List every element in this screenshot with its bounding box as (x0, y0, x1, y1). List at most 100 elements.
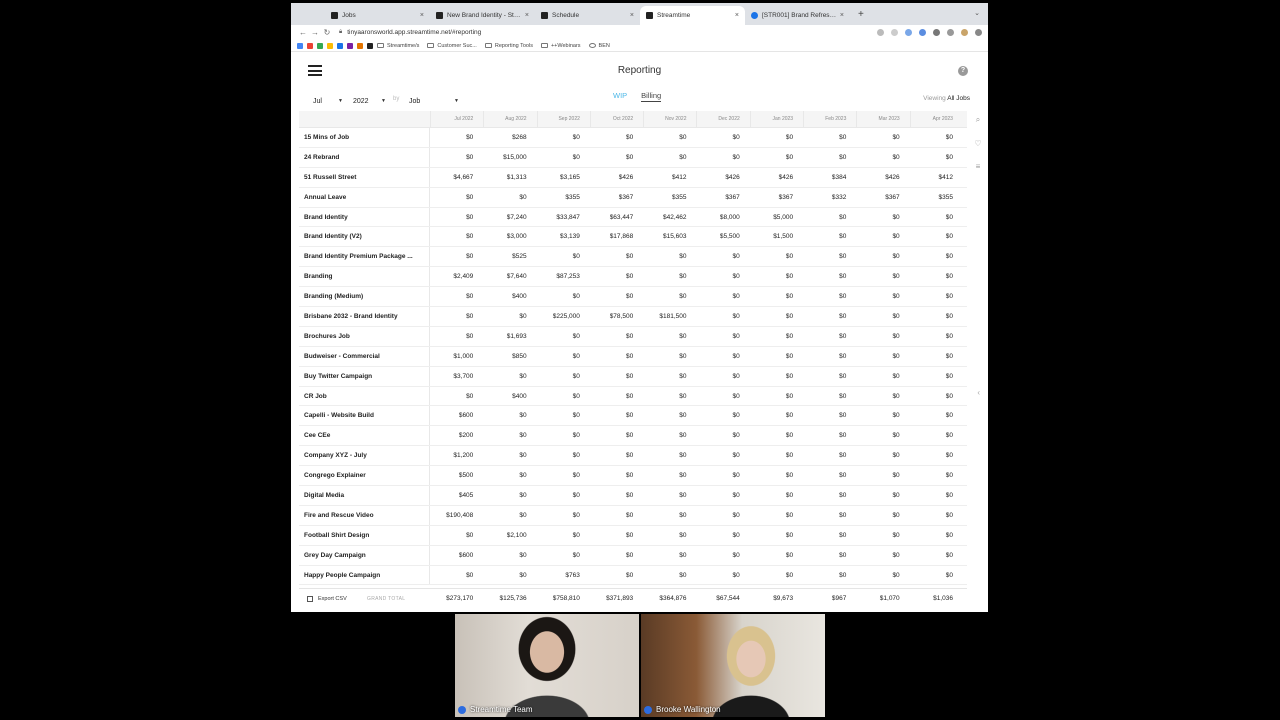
year-select[interactable]: 2022 ▼ (353, 95, 386, 107)
back-icon[interactable]: ← (297, 28, 309, 37)
table-row[interactable]: Grey Day Campaign $600 $0 $0 $0 $0 $0 $0 $0 $0 $0 (299, 545, 967, 566)
close-tab-icon[interactable]: × (525, 12, 529, 19)
puzzle-icon[interactable] (933, 29, 940, 36)
table-row[interactable]: 15 Mins of Job $0 $268 $0 $0 $0 $0 $0 $0 $0 $0 (299, 128, 967, 148)
bookmark-icon[interactable] (297, 42, 303, 49)
avatar[interactable] (961, 29, 968, 36)
close-tab-icon[interactable]: × (420, 12, 424, 19)
job-name[interactable]: Buy Twitter Campaign (299, 366, 430, 386)
forward-icon[interactable]: → (309, 28, 321, 37)
bookmark-icon[interactable] (307, 42, 313, 49)
table-row[interactable]: Happy People Campaign $0 $0 $763 $0 $0 $0 $0 $0 $… (299, 565, 967, 586)
job-name[interactable]: Brand Identity (V2) (299, 227, 430, 247)
job-name[interactable]: Annual Leave (299, 187, 430, 207)
table-row[interactable]: Buy Twitter Campaign $3,700 $0 $0 $0 $0 $0 $0 $0… (299, 366, 967, 387)
table-row[interactable]: Branding (Medium) $0 $400 $0 $0 $0 $0 $0 $0 $0 $0 (299, 287, 967, 308)
share-icon[interactable] (877, 29, 884, 36)
kebab-menu-icon[interactable] (975, 29, 982, 36)
bookmark-customer-success[interactable]: Customer Suc... (427, 43, 477, 49)
month-column-header[interactable]: Sep 2022 (536, 111, 590, 127)
month-column-header[interactable]: Jul 2022 (430, 111, 483, 127)
close-tab-icon[interactable]: × (735, 12, 739, 19)
job-name[interactable]: Cee CEe (299, 426, 430, 446)
month-column-header[interactable]: Oct 2022 (589, 111, 643, 127)
table-row[interactable]: Budweiser - Commercial $1,000 $850 $0 $0 $0 $0… (299, 346, 967, 367)
close-tab-icon[interactable]: × (630, 12, 634, 19)
month-column-header[interactable]: Apr 2023 (909, 111, 963, 127)
job-name[interactable]: Company XYZ - July (299, 446, 430, 466)
job-name[interactable]: Brisbane 2032 - Brand Identity (299, 307, 430, 326)
bookmark-icon[interactable] (347, 42, 353, 49)
url-field[interactable]: 🔒︎ tinyaaronsworld.app.streamtime.net/#r… (339, 29, 870, 36)
table-row[interactable]: Branding $2,409 $7,640 $87,253 $0 $0 $0 $0 $0 $0 $… (299, 267, 967, 288)
table-row[interactable]: Annual Leave $0 $0 $355 $367 $355 $367 $367 $332… (299, 187, 967, 208)
job-name[interactable]: Fire and Rescue Video (299, 505, 430, 525)
job-name[interactable]: Branding (299, 267, 430, 287)
job-name[interactable]: Brochures Job (299, 326, 430, 346)
table-row[interactable]: Digital Media $405 $0 $0 $0 $0 $0 $0 $0 $0 $0 (299, 486, 967, 506)
filter-icon[interactable]: ≡ (976, 162, 981, 171)
sidebar-icon[interactable] (947, 29, 954, 36)
group-select[interactable]: Job ▼ (409, 95, 459, 107)
job-name[interactable]: Brand Identity (299, 207, 430, 227)
search-icon[interactable]: ⌕ (976, 115, 980, 125)
bookmark-icon[interactable] (367, 42, 373, 49)
job-name[interactable]: Budweiser - Commercial (299, 346, 430, 366)
export-csv-button[interactable]: Export CSV (299, 595, 367, 602)
tab-search-icon[interactable]: ⌄ (974, 9, 980, 17)
close-tab-icon[interactable]: × (840, 12, 844, 19)
month-column-header[interactable]: Jan 2023 (749, 111, 803, 127)
table-row[interactable]: Brand Identity (V2) $0 $3,000 $3,139 $17,868… (299, 227, 967, 248)
table-row[interactable]: 24 Rebrand $0 $15,000 $0 $0 $0 $0 $0 $0 $0 $0 (299, 147, 967, 168)
table-row[interactable]: Fire and Rescue Video $190,408 $0 $0 $0 $0 $0 $… (299, 505, 967, 526)
table-row[interactable]: Company XYZ - July $1,200 $0 $0 $0 $0 $0 $0 $0 $0… (299, 446, 967, 467)
tab-wip[interactable]: WIP (613, 91, 627, 102)
viewing-filter[interactable]: Viewing All Jobs (923, 95, 970, 102)
table-row[interactable]: Brand Identity Premium Package ... $0 $525… (299, 247, 967, 268)
bookmark-icon[interactable] (357, 42, 363, 49)
bookmark-icon[interactable] (317, 42, 323, 49)
collapse-panel-icon[interactable]: ‹ (977, 388, 980, 397)
table-row[interactable]: Brochures Job $0 $1,693 $0 $0 $0 $0 $0 $0 $0 $0 (299, 326, 967, 347)
job-name[interactable]: CR Job (299, 386, 430, 406)
browser-tab[interactable]: Schedule × (535, 6, 640, 25)
heart-icon[interactable]: ♡ (974, 139, 981, 148)
table-row[interactable]: Football Shirt Design $0 $2,100 $0 $0 $0 $0 $0 $… (299, 525, 967, 546)
job-name[interactable]: Branding (Medium) (299, 287, 430, 307)
job-name[interactable]: 24 Rebrand (299, 147, 430, 167)
table-row[interactable]: CR Job $0 $400 $0 $0 $0 $0 $0 $0 $0 $0 (299, 386, 967, 407)
bookmark-reporting-tools[interactable]: Reporting Tools (484, 43, 533, 49)
month-select[interactable]: Jul ▼ (313, 95, 343, 107)
tab-billing[interactable]: Billing (641, 91, 662, 102)
browser-tab[interactable]: [STR001] Brand Refresh - summary× (745, 6, 850, 25)
table-row[interactable]: 51 Russell Street $4,667 $1,313 $3,165 $426 $… (299, 167, 967, 188)
bookmark-icon[interactable] (327, 42, 333, 49)
video-tile-streamtime-team[interactable]: Streamtime Team (455, 614, 639, 717)
job-name[interactable]: Digital Media (299, 486, 430, 505)
job-name[interactable]: Football Shirt Design (299, 525, 430, 545)
help-icon[interactable]: ? (958, 66, 968, 76)
browser-tab[interactable]: Jobs × (325, 6, 430, 25)
table-row[interactable]: Cee CEe $200 $0 $0 $0 $0 $0 $0 $0 $0 $0 (299, 426, 967, 447)
extension-icon[interactable] (905, 29, 912, 36)
browser-tab[interactable]: Streamtime × (640, 6, 745, 25)
job-name[interactable]: Brand Identity Premium Package ... (299, 247, 430, 267)
month-column-header[interactable]: Feb 2023 (803, 111, 856, 127)
job-name[interactable]: Congrego Explainer (299, 466, 430, 486)
month-column-header[interactable]: Dec 2022 (696, 111, 749, 127)
job-name[interactable]: Happy People Campaign (299, 565, 430, 585)
reload-icon[interactable]: ↻ (321, 28, 333, 37)
extension-icon[interactable] (919, 29, 926, 36)
bookmark-streamtime[interactable]: Streamtime/s (377, 43, 419, 49)
month-column-header[interactable]: Mar 2023 (856, 111, 909, 127)
video-tile-brooke-wallington[interactable]: Brooke Wallington (641, 614, 825, 717)
bookmark-ben[interactable]: BEN (588, 43, 610, 49)
job-name[interactable]: 15 Mins of Job (299, 128, 430, 147)
month-column-header[interactable]: Aug 2022 (483, 111, 536, 127)
bookmark-webinars[interactable]: ++Webinars (540, 43, 581, 49)
job-name[interactable]: 51 Russell Street (299, 167, 430, 187)
job-name[interactable]: Capelli - Website Build (299, 406, 430, 426)
table-row[interactable]: Brisbane 2032 - Brand Identity $0 $0 $225,0… (299, 307, 967, 327)
job-name[interactable]: Grey Day Campaign (299, 545, 430, 565)
new-tab-button[interactable]: + (850, 9, 872, 20)
